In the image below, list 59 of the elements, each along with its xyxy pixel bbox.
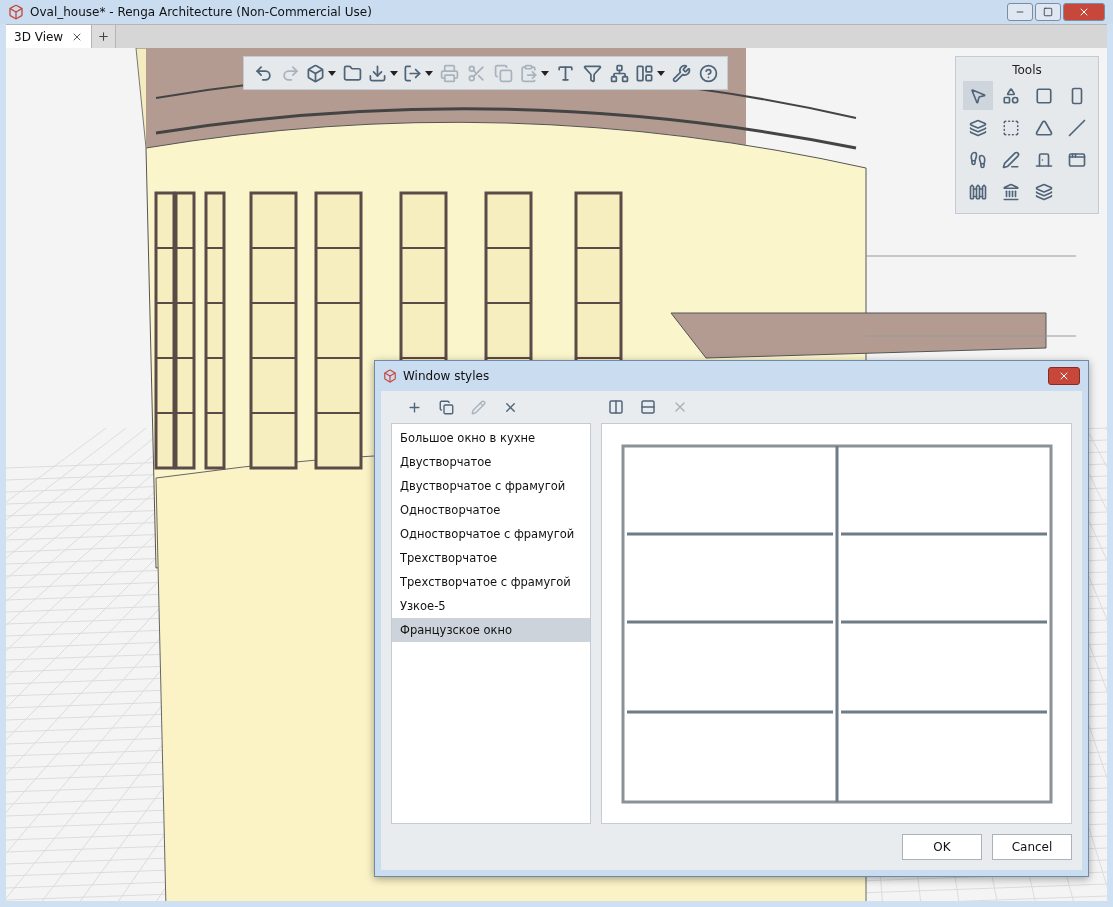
close-button[interactable] xyxy=(1048,367,1080,385)
plus-icon xyxy=(97,30,111,43)
add-tab-button[interactable] xyxy=(92,25,117,48)
caret-icon xyxy=(328,70,336,76)
caret-icon xyxy=(390,70,398,76)
3d-viewport[interactable]: Tools Window styles Большое окно в кухне Двустворчатое Двустворчатое с фрамугой Одностворчатое Одностворчатое с фрамугой Трехстворчатое Трехстворчатое с фрамугой Узкое-5 Французское окно OK Cancel xyxy=(6,48,1107,901)
copy-icon xyxy=(493,63,513,83)
dialog-title: Window styles xyxy=(403,369,491,383)
add-icon xyxy=(406,399,422,415)
undo-icon xyxy=(253,63,273,83)
panel-title: Tools xyxy=(1012,63,1042,77)
close-icon xyxy=(1058,370,1070,382)
style-list-item[interactable]: Трехстворчатое с фрамугой xyxy=(392,570,590,594)
tool-button[interactable] xyxy=(962,81,993,110)
text-icon xyxy=(555,63,575,83)
style-list-item[interactable]: Большое окно в кухне xyxy=(392,426,590,450)
railing-icon xyxy=(968,182,987,201)
caret-icon xyxy=(657,70,665,76)
door-icon xyxy=(1034,150,1053,169)
folder-icon xyxy=(342,63,362,83)
layout-icon xyxy=(635,63,654,83)
view-tab[interactable]: 3D View xyxy=(6,25,93,48)
print-icon xyxy=(439,63,459,83)
tree-icon xyxy=(609,63,629,83)
view3d-icon xyxy=(306,63,325,83)
maximize-icon xyxy=(1043,7,1053,17)
help-icon xyxy=(698,63,718,83)
edit-icon xyxy=(470,399,486,415)
window-icon xyxy=(1067,150,1086,169)
cut-icon xyxy=(466,63,486,83)
pointer-icon xyxy=(968,86,987,105)
style-list-item[interactable]: Французское окно xyxy=(392,618,590,642)
style-list-item[interactable]: Трехстворчатое xyxy=(392,546,590,570)
export-icon xyxy=(403,63,422,83)
style-list-item[interactable]: Одностворчатое xyxy=(392,498,590,522)
window-title: Oval_house* - Renga Architecture (Non-Commercial Use) xyxy=(30,5,373,19)
delete-icon xyxy=(672,399,688,415)
split-vertical-icon xyxy=(608,399,624,415)
caret-icon xyxy=(425,70,433,76)
duplicate-icon xyxy=(438,399,454,415)
close-button[interactable] xyxy=(1063,3,1105,21)
dialog-button[interactable]: Cancel xyxy=(992,834,1072,860)
import-icon xyxy=(368,63,387,83)
minimize-button[interactable] xyxy=(1007,3,1033,21)
style-list-item[interactable]: Узкое-5 xyxy=(392,594,590,618)
app-logo-icon xyxy=(383,369,397,383)
filter-icon xyxy=(582,63,602,83)
style-list-item[interactable]: Одностворчатое с фрамугой xyxy=(392,522,590,546)
dialog-button[interactable]: OK xyxy=(902,834,982,860)
style-list-item[interactable]: Двустворчатое с фрамугой xyxy=(392,474,590,498)
paste-icon xyxy=(519,63,538,83)
caret-icon xyxy=(541,70,549,76)
app-logo-icon xyxy=(8,4,24,20)
redo-icon xyxy=(280,63,300,83)
split-horizontal-icon xyxy=(640,399,656,415)
close-icon xyxy=(1078,6,1090,18)
style-list-item[interactable]: Двустворчатое xyxy=(392,450,590,474)
maximize-button[interactable] xyxy=(1035,3,1061,21)
wrench-icon xyxy=(671,63,691,83)
